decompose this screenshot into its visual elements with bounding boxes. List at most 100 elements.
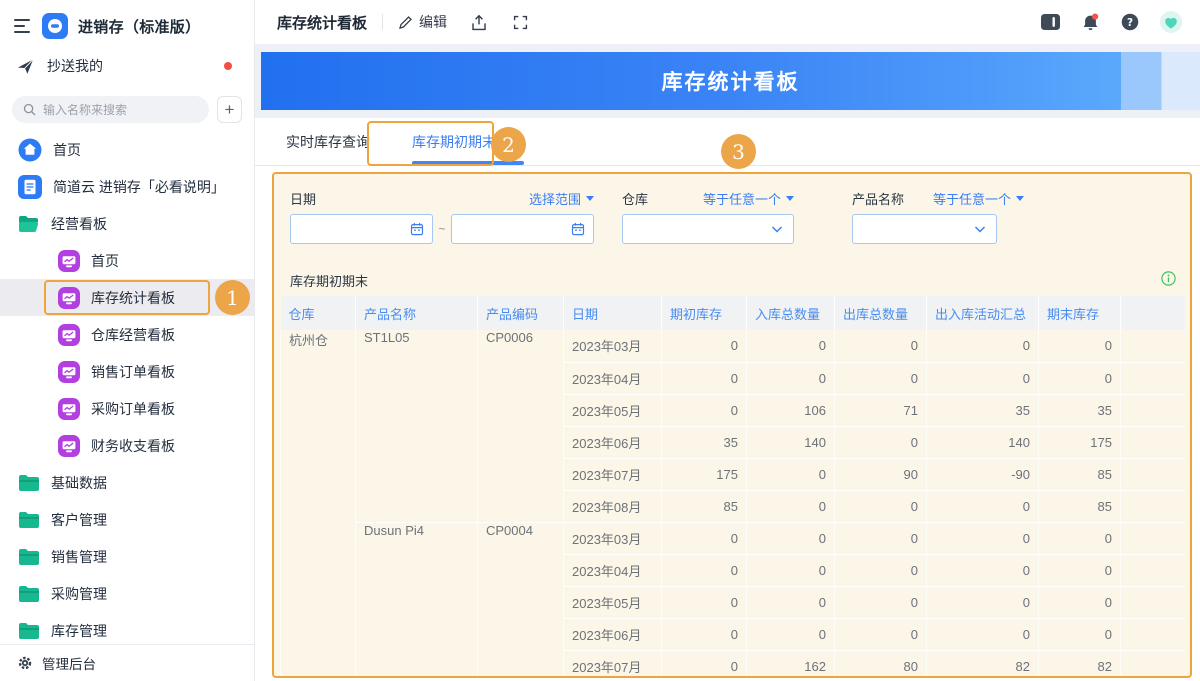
- folder-icon: [18, 548, 40, 566]
- avatar[interactable]: [1160, 11, 1182, 33]
- help-button[interactable]: ?: [1121, 13, 1139, 31]
- cell-filler: [1120, 585, 1185, 618]
- cell-date: 2023年06月: [563, 425, 662, 458]
- cell-inbound: 0: [746, 361, 835, 394]
- sidebar-item-label: 仓库经营看板: [91, 326, 175, 343]
- col-filler: [1120, 296, 1185, 330]
- topbar: 库存统计看板 编辑 ?: [255, 0, 1200, 45]
- cell-outbound: 90: [834, 457, 927, 490]
- warehouse-filter-label: 仓库: [622, 191, 649, 207]
- admin-backend-item[interactable]: 管理后台: [0, 644, 254, 681]
- divider: [382, 14, 384, 30]
- sidebar-item-purchase-order-dashboard[interactable]: 采购订单看板: [0, 390, 254, 427]
- cell-activity: 82: [926, 649, 1039, 676]
- cell-filler: [1120, 553, 1185, 586]
- cell-end: 0: [1038, 553, 1121, 586]
- share-button[interactable]: [471, 14, 487, 31]
- sidebar-folder-purchasing[interactable]: 采购管理: [0, 575, 254, 612]
- sidebar-item-home[interactable]: 首页: [0, 131, 254, 168]
- sidebar-item-label: 采购订单看板: [91, 400, 175, 417]
- cell-begin: 0: [661, 617, 747, 650]
- cell-filler: [1120, 330, 1185, 362]
- cell-activity: 0: [926, 330, 1039, 362]
- sidebar-item-finance-dashboard[interactable]: 财务收支看板: [0, 427, 254, 464]
- date-start-input[interactable]: [290, 214, 433, 244]
- app-logo-icon[interactable]: [42, 13, 68, 39]
- search-input[interactable]: [43, 102, 198, 117]
- cell-begin: 0: [661, 553, 747, 586]
- info-icon[interactable]: [1161, 271, 1176, 289]
- add-button[interactable]: +: [217, 96, 242, 123]
- cell-end: 82: [1038, 649, 1121, 676]
- sidebar-item-label: 首页: [91, 252, 119, 269]
- warehouse-select[interactable]: [622, 214, 794, 244]
- sidebar-item-readme[interactable]: 简道云 进销存「必看说明」: [0, 168, 254, 205]
- date-filter-label: 日期: [290, 191, 317, 207]
- cell-begin: 0: [661, 521, 747, 554]
- edit-button[interactable]: 编辑: [398, 12, 447, 32]
- sidebar-folder-base-data[interactable]: 基础数据: [0, 464, 254, 501]
- sidebar-item-sales-order-dashboard[interactable]: 销售订单看板: [0, 353, 254, 390]
- tab-period-begin-end[interactable]: 库存期初期末查询: [403, 118, 533, 165]
- tab-realtime-inventory[interactable]: 实时库存查询: [277, 118, 379, 165]
- cell-inbound: 0: [746, 330, 835, 362]
- sidebar-item-label: 基础数据: [51, 474, 107, 491]
- col-product-name: 产品名称: [355, 296, 478, 330]
- cell-begin: 0: [661, 361, 747, 394]
- filter-date: 日期 选择范围 ~: [290, 188, 594, 244]
- cell-begin: 0: [661, 393, 747, 426]
- cell-begin: 175: [661, 457, 747, 490]
- admin-backend-label: 管理后台: [42, 657, 96, 672]
- sidebar-folder-dashboards[interactable]: 经营看板: [0, 205, 254, 242]
- calendar-icon: [410, 223, 424, 236]
- dashboard-icon: [58, 286, 80, 309]
- sidebar-item-label: 采购管理: [51, 585, 107, 602]
- cell-outbound: 0: [834, 361, 927, 394]
- cell-end: 0: [1038, 521, 1121, 554]
- product-operator-dropdown[interactable]: 等于任意一个: [933, 189, 1024, 208]
- date-end-input[interactable]: [451, 214, 594, 244]
- search-icon: [23, 103, 36, 116]
- collapse-menu-icon[interactable]: [14, 19, 32, 33]
- col-inbound-total: 入库总数量: [746, 296, 835, 330]
- folder-icon: [18, 511, 40, 529]
- cell-date: 2023年03月: [563, 521, 662, 554]
- cell-activity: 0: [926, 617, 1039, 650]
- changelog-button[interactable]: [1041, 14, 1060, 30]
- sidebar-item-label: 销售订单看板: [91, 363, 175, 380]
- search-box[interactable]: [12, 96, 209, 123]
- product-select[interactable]: [852, 214, 997, 244]
- folder-icon: [18, 474, 40, 492]
- warehouse-operator-dropdown[interactable]: 等于任意一个: [703, 189, 794, 208]
- sidebar-item-label: 首页: [53, 141, 81, 158]
- sidebar-item-dash-home[interactable]: 首页: [0, 242, 254, 279]
- dashboard-icon: [58, 360, 80, 383]
- annotation-badge-step1: 1: [215, 280, 250, 315]
- table-section-title: 库存期初期末: [290, 273, 369, 289]
- sidebar-item-warehouse-dashboard[interactable]: 仓库经营看板: [0, 316, 254, 353]
- cell-end: 0: [1038, 330, 1121, 362]
- sidebar-folder-sales[interactable]: 销售管理: [0, 538, 254, 575]
- cell-begin: 0: [661, 649, 747, 676]
- cell-inbound: 106: [746, 393, 835, 426]
- tabs-bar: 实时库存查询 库存期初期末查询 2 3: [255, 118, 1200, 169]
- fullscreen-button[interactable]: [513, 15, 528, 30]
- caret-down-icon: [586, 195, 594, 201]
- cell-inbound: 0: [746, 521, 835, 554]
- filter-warehouse: 仓库 等于任意一个: [622, 188, 794, 244]
- col-ending-stock: 期末库存: [1038, 296, 1121, 330]
- cell-outbound: 0: [834, 330, 927, 362]
- table-header-row: 仓库 产品名称 产品编码 日期 期初库存 入库总数量 出库总数量 出入库活动汇总…: [280, 296, 1185, 330]
- sidebar-folder-inventory[interactable]: 库存管理: [0, 612, 254, 644]
- cell-begin: 35: [661, 425, 747, 458]
- date-operator-dropdown[interactable]: 选择范围: [529, 189, 594, 208]
- sidebar-item-inventory-dashboard[interactable]: 库存统计看板 1: [0, 279, 254, 316]
- caret-down-icon: [1016, 195, 1024, 201]
- sidebar-search-row: +: [0, 84, 254, 123]
- sidebar-folder-customers[interactable]: 客户管理: [0, 501, 254, 538]
- notifications-button[interactable]: [1081, 13, 1100, 32]
- dashboard-body: 日期 选择范围 ~ 仓库 等于任意一个 产品名称 等于任意一个 库存期初期末 仓…: [255, 166, 1200, 681]
- cell-filler: [1120, 649, 1185, 676]
- cell-inbound: 0: [746, 553, 835, 586]
- copy-to-me-item[interactable]: 抄送我的: [0, 48, 254, 84]
